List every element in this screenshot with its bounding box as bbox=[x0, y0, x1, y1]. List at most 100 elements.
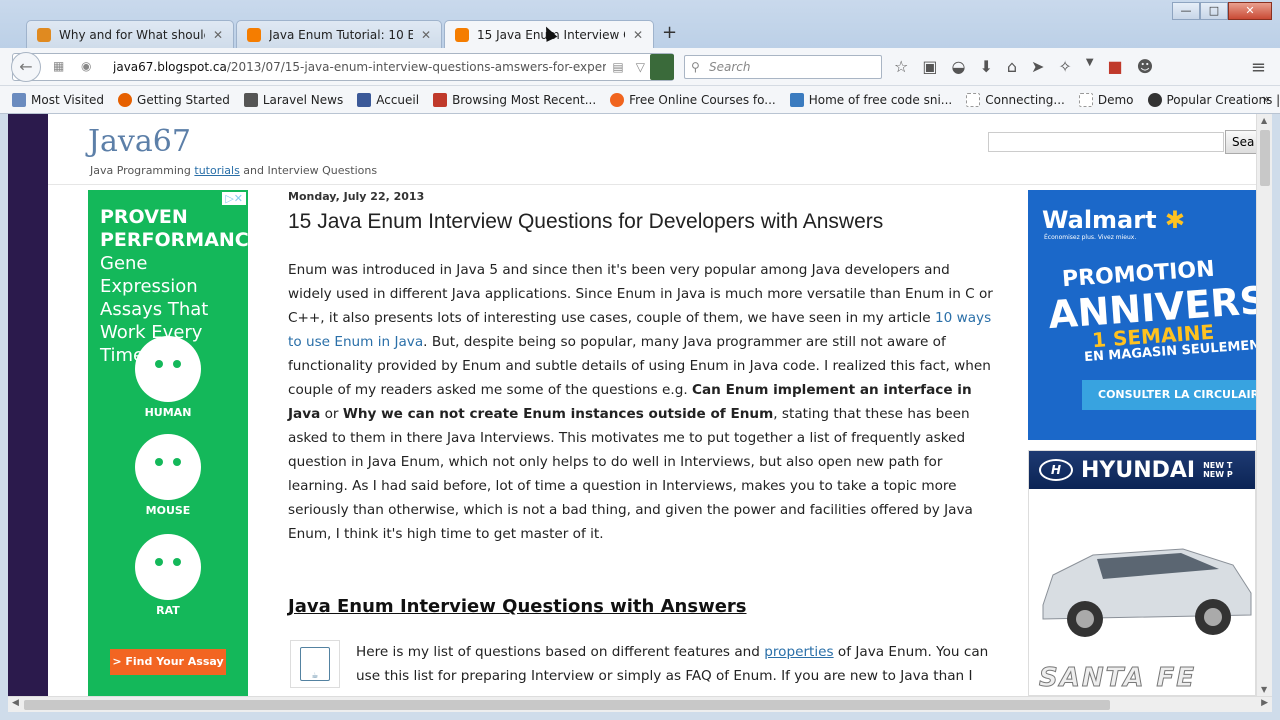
properties-link[interactable]: properties bbox=[764, 644, 833, 660]
scroll-up-arrow-icon[interactable]: ▲ bbox=[1261, 116, 1267, 125]
hyundai-banner: H HYUNDAI NEW T NEW P bbox=[1029, 451, 1255, 489]
spark-icon: ✱ bbox=[1164, 206, 1186, 234]
bookmarks-list-icon[interactable]: ▣ bbox=[922, 57, 937, 76]
left-advertisement[interactable]: ▷✕ PROVEN PERFORMANCE Gene Expression Ass… bbox=[88, 190, 262, 696]
courses-icon bbox=[610, 92, 625, 107]
dropdown-arrow-icon[interactable]: ▽ bbox=[636, 60, 645, 74]
hamburger-menu-icon[interactable]: ≡ bbox=[1251, 57, 1266, 78]
scroll-left-arrow-icon[interactable]: ◀ bbox=[12, 698, 19, 708]
flyer-button[interactable]: CONSULTER LA CIRCULAIRE bbox=[1082, 380, 1256, 410]
section-heading: Java Enum Interview Questions with Answe… bbox=[288, 596, 747, 617]
animal-label: RAT bbox=[156, 604, 180, 617]
download-icon[interactable]: ⬇ bbox=[979, 57, 992, 76]
page-viewport: Java67 Java Programming tutorials and In… bbox=[8, 114, 1272, 696]
bookmark-item[interactable]: Popular Creations | CS... bbox=[1147, 92, 1280, 107]
maximize-button[interactable]: □ bbox=[1200, 2, 1228, 20]
tab-java-enum-tutorial[interactable]: Java Enum Tutorial: 10 Exa... ✕ bbox=[236, 20, 442, 48]
facebook-icon bbox=[357, 92, 372, 107]
tab-why-and-for-what[interactable]: Why and for What should I... ✕ bbox=[26, 20, 234, 48]
globe-icon: ◉ bbox=[81, 59, 92, 73]
bookmark-item[interactable]: Getting Started bbox=[118, 92, 230, 107]
adchoices-icon[interactable]: ▷✕ bbox=[222, 192, 246, 205]
vertical-scroll-thumb[interactable] bbox=[1260, 130, 1270, 186]
blogger-icon bbox=[247, 27, 261, 42]
bookmarks-overflow-button[interactable]: » bbox=[1263, 92, 1270, 106]
pocket-icon[interactable]: ◒ bbox=[951, 57, 965, 76]
close-tab-icon[interactable]: ✕ bbox=[633, 28, 643, 42]
bookmark-label: Home of free code sni... bbox=[808, 92, 953, 107]
addon-red-icon[interactable]: ■ bbox=[1108, 57, 1123, 76]
page-side-band bbox=[8, 114, 48, 696]
hyundai-advertisement[interactable]: H HYUNDAI NEW T NEW P SANTA FE bbox=[1028, 450, 1256, 696]
back-arrow-icon[interactable]: ← bbox=[11, 52, 41, 82]
bookmark-label: Accueil bbox=[376, 92, 420, 107]
extension-dropdown-icon[interactable]: ▼ bbox=[1086, 57, 1094, 76]
bookmark-item[interactable]: Demo bbox=[1078, 92, 1134, 107]
bookmark-item[interactable]: Free Online Courses fo... bbox=[610, 92, 776, 107]
bookmark-item[interactable]: Accueil bbox=[357, 92, 420, 107]
ad-headline-line: PERFORMANCE bbox=[100, 229, 262, 251]
tutorials-link[interactable]: tutorials bbox=[194, 164, 239, 177]
addon-icon[interactable] bbox=[650, 54, 674, 80]
laravel-icon bbox=[243, 92, 258, 107]
blog-title[interactable]: Java67 bbox=[88, 124, 191, 159]
bookmark-item[interactable]: Home of free code sni... bbox=[789, 92, 953, 107]
walmart-advertisement[interactable]: Walmart ✱ Économisez plus. Vivez mieux. … bbox=[1028, 190, 1256, 440]
java-cup-icon: ☕ bbox=[300, 647, 330, 681]
bookmark-label: Getting Started bbox=[137, 92, 230, 107]
side-line: NEW P bbox=[1203, 470, 1233, 479]
horizontal-scrollbar[interactable]: ◀ ▶ bbox=[8, 696, 1272, 712]
page-icon bbox=[37, 27, 51, 42]
close-tab-icon[interactable]: ✕ bbox=[213, 28, 223, 42]
search-input[interactable]: ⚲ Search bbox=[684, 55, 882, 79]
home-icon[interactable]: ⌂ bbox=[1007, 57, 1017, 76]
post-list-intro: Here is my list of questions based on di… bbox=[356, 640, 994, 696]
subtitle-text: Java Programming bbox=[90, 164, 195, 177]
window-bottom-edge bbox=[0, 712, 1280, 720]
minimize-button[interactable]: — bbox=[1172, 2, 1200, 20]
url-host: java67.blogspot.ca bbox=[113, 60, 227, 74]
walmart-wordmark: Walmart bbox=[1042, 206, 1157, 234]
bookmark-item[interactable]: Browsing Most Recent... bbox=[433, 92, 596, 107]
paragraph-text: Here is my list of questions based on di… bbox=[356, 644, 765, 660]
navigation-toolbar: ← ▦ ◉ java67.blogspot.ca/2013/07/15-java… bbox=[0, 48, 1280, 86]
subtitle-text: and Interview Questions bbox=[239, 164, 378, 177]
close-window-button[interactable]: ✕ bbox=[1228, 2, 1272, 20]
blank-page-icon bbox=[1078, 92, 1093, 107]
bookmark-star-icon[interactable]: ☆ bbox=[894, 57, 908, 76]
browsing-icon bbox=[433, 92, 448, 107]
close-tab-icon[interactable]: ✕ bbox=[421, 28, 431, 42]
walmart-tagline: Économisez plus. Vivez mieux. bbox=[1044, 234, 1137, 241]
bold-question: Why we can not create Enum instances out… bbox=[342, 406, 774, 422]
chat-icon[interactable]: ☻ bbox=[1137, 57, 1154, 76]
url-text[interactable]: java67.blogspot.ca/2013/07/15-java-enum-… bbox=[113, 60, 606, 74]
bookmark-item[interactable]: Connecting... bbox=[966, 92, 1065, 107]
find-assay-button[interactable]: > Find Your Assay bbox=[110, 649, 226, 675]
suv-car-image bbox=[1042, 548, 1252, 637]
send-icon[interactable]: ➤ bbox=[1031, 57, 1044, 76]
paragraph-text: Enum was introduced in Java 5 and since … bbox=[288, 262, 993, 326]
new-tab-button[interactable]: + bbox=[662, 22, 677, 43]
bookmark-item[interactable]: Laravel News bbox=[243, 92, 344, 107]
human-figure: HUMAN bbox=[128, 336, 208, 419]
reader-view-icon[interactable]: ▤ bbox=[612, 60, 623, 74]
bookmark-label: Laravel News bbox=[262, 92, 344, 107]
side-line: NEW T bbox=[1203, 461, 1233, 470]
window-controls: — □ ✕ bbox=[1172, 2, 1272, 20]
blog-search-input[interactable] bbox=[988, 132, 1224, 152]
baby-face-icon bbox=[135, 336, 201, 402]
tab-label: Why and for What should I... bbox=[59, 27, 205, 42]
mouse-figure: MOUSE bbox=[128, 434, 208, 517]
animal-label: MOUSE bbox=[145, 504, 191, 517]
vertical-scrollbar[interactable]: ▲ ▼ bbox=[1256, 114, 1272, 696]
url-path: /2013/07/15-java-enum-interview-question… bbox=[226, 60, 607, 74]
post-date: Monday, July 22, 2013 bbox=[288, 190, 425, 203]
search-placeholder: Search bbox=[709, 60, 751, 74]
address-bar[interactable]: ← ▦ ◉ java67.blogspot.ca/2013/07/15-java… bbox=[11, 52, 674, 82]
bookmark-item[interactable]: Most Visited bbox=[12, 92, 104, 107]
scroll-down-arrow-icon[interactable]: ▼ bbox=[1261, 685, 1267, 694]
extension-icon[interactable]: ✧ bbox=[1058, 57, 1071, 76]
scroll-right-arrow-icon[interactable]: ▶ bbox=[1261, 698, 1268, 708]
codepen-icon bbox=[1147, 92, 1162, 107]
horizontal-scroll-thumb[interactable] bbox=[24, 700, 1110, 710]
